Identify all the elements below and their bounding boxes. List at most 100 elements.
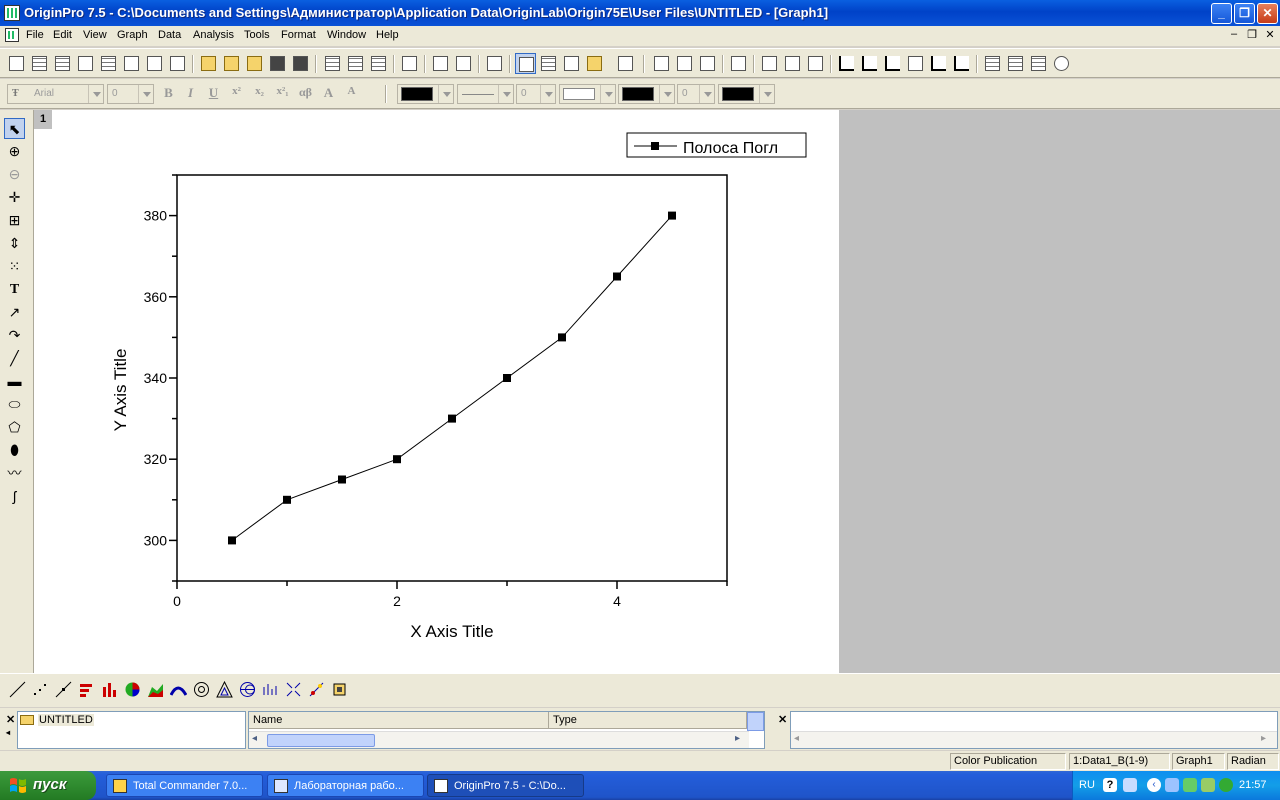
curved-arrow-tool-icon[interactable]: ↷ [4,325,25,346]
menu-tools[interactable]: Tools [244,29,270,41]
results-hscroll[interactable]: ◂ ▸ [791,731,1277,748]
line-style-combo[interactable] [457,84,514,104]
origin-app-icon[interactable] [4,5,20,21]
data-reader-tool-icon[interactable]: ⊞ [4,210,25,231]
data-point[interactable] [448,414,456,423]
results-log-icon[interactable] [515,53,536,74]
pointer-tool-icon[interactable]: ⬉ [4,118,25,139]
line-symbol-plot-icon[interactable] [53,679,74,700]
task-originpro[interactable]: OriginPro 7.5 - C:\Do... [427,774,584,797]
data-point[interactable] [393,455,401,464]
print-icon[interactable] [399,53,420,74]
data-point[interactable] [558,333,566,342]
import-ascii-icon[interactable] [322,53,343,74]
font-name-combo[interactable]: Ŧ Arial [7,84,104,104]
import-wizard-icon[interactable] [368,53,389,74]
italic-button[interactable]: I [180,85,201,104]
data-point[interactable] [283,495,291,504]
add-layer-icon[interactable] [759,53,780,74]
duplicate-icon[interactable] [430,53,451,74]
new-notes-icon[interactable] [167,53,188,74]
menu-data[interactable]: Data [158,29,181,41]
polar-plot-icon[interactable] [191,679,212,700]
new-graph-icon[interactable] [75,53,96,74]
new-project-icon[interactable] [6,53,27,74]
pattern-size-combo[interactable]: 0 [677,84,715,104]
subscript-button[interactable]: x₂ [249,85,270,104]
command-window-icon[interactable] [615,53,636,74]
smith-chart-icon[interactable] [237,679,258,700]
script-window-icon[interactable] [538,53,559,74]
whole-page-icon[interactable] [697,53,718,74]
scroll-thumb[interactable] [267,734,375,747]
app-tray-icon[interactable] [1201,778,1215,792]
mdi-minimize-button[interactable]: – [1226,28,1242,42]
polygon-tool-icon[interactable]: ⬠ [4,417,25,438]
draw-data-tool-icon[interactable]: ⁙ [4,256,25,277]
extract-layers-icon[interactable] [1028,53,1049,74]
layer-2-icon[interactable] [782,53,803,74]
new-worksheet-icon[interactable] [29,53,50,74]
pie-chart-icon[interactable] [122,679,143,700]
supsub-button[interactable]: x²₁ [272,85,293,104]
save-icon[interactable] [267,53,288,74]
menu-file[interactable]: File [26,29,44,41]
screen-reader-tool-icon[interactable]: ✛ [4,187,25,208]
help-tray-icon[interactable]: ? [1103,778,1117,792]
menu-format[interactable]: Format [281,29,316,41]
menu-view[interactable]: View [83,29,107,41]
name-column-header[interactable]: Name [249,712,549,729]
rectangle-tool-icon[interactable]: ▬ [4,371,25,392]
scatter-plot-icon[interactable] [30,679,51,700]
line-color-combo[interactable] [618,84,675,104]
bar-plot-icon[interactable] [76,679,97,700]
network-tray-icon[interactable] [1165,778,1179,792]
volume-tray-icon[interactable] [1123,778,1137,792]
graph-doc-icon[interactable] [5,28,19,42]
data-selector-tool-icon[interactable]: ⇕ [4,233,25,254]
greek-button[interactable]: αβ [295,85,316,104]
menu-analysis[interactable]: Analysis [193,29,234,41]
line-tool-icon[interactable]: ╱ [4,348,25,369]
arrange-layers-icon[interactable] [982,53,1003,74]
custom-routine-icon[interactable] [584,53,605,74]
explorer-pin-icon[interactable]: ◂ [6,728,10,737]
import-multiple-ascii-icon[interactable] [345,53,366,74]
bubble-plot-icon[interactable] [306,679,327,700]
start-button[interactable]: пуск [0,771,96,800]
tray-expand-icon[interactable]: ‹ [1147,778,1161,792]
restore-button[interactable]: ❐ [1234,3,1255,24]
menu-graph[interactable]: Graph [117,29,148,41]
legend[interactable]: Полоса Погл [626,132,807,158]
data-point[interactable] [338,475,346,484]
axis-bottom-left-icon[interactable] [836,53,857,74]
language-indicator[interactable]: RU [1079,779,1095,791]
ternary-plot-icon[interactable] [214,679,235,700]
graph-window[interactable]: 1 0 2 4 300 320 340 360 380 X Axis Title Y Axis… [34,110,839,673]
new-matrix-icon[interactable] [98,53,119,74]
minimize-button[interactable]: _ [1211,3,1232,24]
font-color-combo[interactable] [397,84,454,104]
menu-edit[interactable]: Edit [53,29,72,41]
list-hscroll[interactable]: ◂ ▸ [249,731,749,748]
info-tray-icon[interactable] [1219,778,1233,792]
project-explorer-icon[interactable] [484,53,505,74]
axis-top-icon[interactable] [859,53,880,74]
update-tray-icon[interactable] [1183,778,1197,792]
timestamp-icon[interactable] [1051,53,1072,74]
y-axis-title[interactable]: Y Axis Title [111,349,130,432]
data-point[interactable] [668,211,676,220]
axis-box-icon[interactable] [905,53,926,74]
new-excel-icon[interactable] [52,53,73,74]
line-width-combo[interactable]: 0 [516,84,556,104]
merge-graph-icon[interactable] [1005,53,1026,74]
templates-icon[interactable] [329,679,350,700]
superscript-button[interactable]: x² [226,85,247,104]
underline-button[interactable]: U [203,85,224,104]
zoom-in-icon[interactable] [651,53,672,74]
save-template-icon[interactable] [290,53,311,74]
zoom-out-tool-icon[interactable]: ⊖ [4,164,25,185]
xy-vector-icon[interactable] [283,679,304,700]
pattern-combo[interactable] [559,84,616,104]
open-excel-icon[interactable] [244,53,265,74]
